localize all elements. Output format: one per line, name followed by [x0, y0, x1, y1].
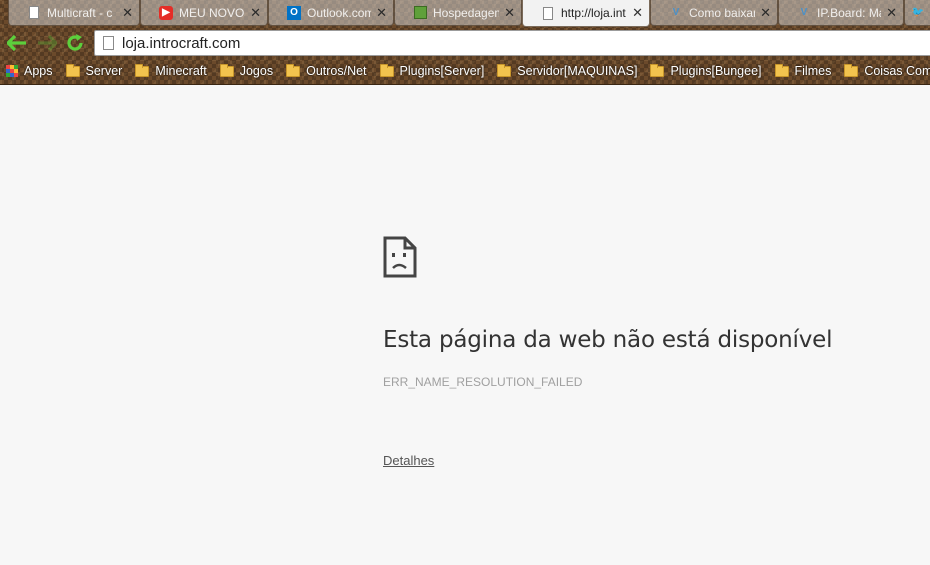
folder-icon	[135, 63, 150, 77]
close-icon[interactable]: ✕	[122, 5, 133, 21]
bookmark-folder-outros-net[interactable]: Outros/Net	[286, 63, 367, 78]
browser-chrome: Multicraft - c ✕ ▶ MEU NOVO ✕ O Outlook.…	[0, 0, 930, 85]
toolbar	[0, 28, 930, 58]
folder-icon	[379, 63, 394, 77]
bookmark-label: Servidor[MAQUINAS]	[517, 64, 638, 78]
tab-label: Multicraft - c	[47, 5, 113, 20]
bookmark-folder-plugins-bungee[interactable]: Plugins[Bungee]	[650, 63, 762, 78]
bookmark-label: Plugins[Bungee]	[670, 64, 762, 78]
bookmark-folder-jogos[interactable]: Jogos	[219, 63, 274, 78]
close-icon[interactable]: ✕	[250, 5, 261, 21]
bookmarks-bar: Apps Server Minecraft Jogos Outros/Net P…	[0, 60, 930, 82]
page-icon	[103, 36, 114, 50]
tab-meu-novo[interactable]: ▶ MEU NOVO ✕	[140, 0, 268, 26]
error-code: ERR_NAME_RESOLUTION_FAILED	[383, 375, 583, 389]
bookmark-label: Minecraft	[155, 64, 207, 78]
twitter-icon: 🐦	[911, 7, 925, 18]
tab-strip: Multicraft - c ✕ ▶ MEU NOVO ✕ O Outlook.…	[0, 0, 930, 27]
bookmark-folder-coisas-comprar[interactable]: Coisas Comprar	[844, 63, 930, 78]
tab-outlook[interactable]: O Outlook.com ✕	[268, 0, 394, 26]
page-icon	[541, 6, 555, 20]
bookmark-label: Outros/Net	[306, 64, 367, 78]
v-icon: V	[800, 7, 808, 18]
forward-arrow-icon[interactable]	[36, 32, 58, 54]
close-icon[interactable]: ✕	[632, 5, 643, 21]
bookmark-folder-minecraft[interactable]: Minecraft	[135, 63, 207, 78]
close-icon[interactable]: ✕	[376, 5, 387, 21]
youtube-icon: ▶	[159, 5, 173, 20]
bookmark-folder-servidor-maquinas[interactable]: Servidor[MAQUINAS]	[497, 63, 638, 78]
folder-icon	[774, 63, 789, 77]
apps-grid-icon	[6, 65, 18, 77]
tab-como-baixar[interactable]: V Como baixar ✕	[650, 0, 778, 26]
error-page: Esta página da web não está disponível E…	[0, 86, 930, 565]
folder-icon	[65, 63, 80, 77]
tab-twitter[interactable]: 🐦	[904, 0, 930, 26]
bookmark-apps[interactable]: Apps	[6, 64, 53, 78]
sad-page-icon	[383, 236, 417, 278]
tab-label: http://loja.int	[561, 6, 626, 20]
error-title: Esta página da web não está disponível	[383, 327, 833, 353]
bookmark-label: Filmes	[794, 64, 832, 78]
bookmark-label: Coisas Comprar	[864, 64, 930, 78]
address-bar[interactable]	[94, 30, 930, 56]
folder-icon	[650, 63, 665, 77]
close-icon[interactable]: ✕	[886, 5, 897, 21]
tab-hospedagem[interactable]: Hospedagem ✕	[394, 0, 522, 26]
bookmark-folder-filmes[interactable]: Filmes	[774, 63, 832, 78]
folder-icon	[219, 63, 234, 77]
tab-label: IP.Board: Ma	[817, 5, 881, 20]
back-arrow-icon[interactable]	[6, 32, 28, 54]
bookmark-folder-server[interactable]: Server	[65, 63, 123, 78]
close-icon[interactable]: ✕	[760, 5, 771, 21]
minecraft-block-icon	[413, 6, 427, 20]
tab-label: Outlook.com	[307, 5, 371, 20]
tab-loja-active[interactable]: http://loja.int ✕	[522, 0, 650, 27]
v-icon: V	[672, 7, 680, 18]
close-icon[interactable]: ✕	[504, 5, 515, 21]
outlook-icon: O	[287, 5, 301, 20]
tab-label: Como baixar	[689, 5, 755, 20]
bookmark-label: Apps	[24, 64, 53, 78]
bookmark-label: Plugins[Server]	[399, 64, 485, 78]
tab-ipboard[interactable]: V IP.Board: Ma ✕	[778, 0, 904, 26]
tab-label: Hospedagem	[433, 5, 499, 20]
reload-icon[interactable]	[64, 32, 86, 54]
folder-icon	[286, 63, 301, 77]
bookmark-label: Jogos	[239, 64, 274, 78]
tab-label: MEU NOVO	[179, 5, 245, 20]
url-input[interactable]	[122, 34, 822, 52]
folder-icon	[844, 63, 859, 77]
folder-icon	[497, 63, 512, 77]
tab-multicraft[interactable]: Multicraft - c ✕	[8, 0, 140, 26]
bookmark-folder-plugins-server[interactable]: Plugins[Server]	[379, 63, 485, 78]
bookmark-label: Server	[85, 64, 123, 78]
details-link[interactable]: Detalhes	[383, 453, 434, 468]
page-icon	[27, 6, 41, 20]
